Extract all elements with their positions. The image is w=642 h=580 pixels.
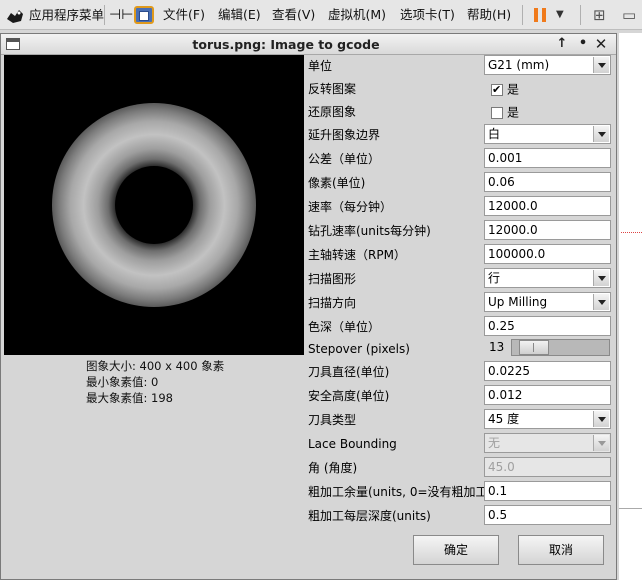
cancel-button[interactable]: 取消 <box>518 535 604 565</box>
angle-input[interactable]: 45.0 <box>484 457 611 477</box>
window-title: torus.png: Image to gcode <box>192 37 380 52</box>
scan-direction-label: 扫描方向 <box>308 296 357 310</box>
chevron-down-icon[interactable]: ▼ <box>556 0 564 30</box>
title-bar[interactable]: torus.png: Image to gcode ↑ • ✕ <box>1 34 616 55</box>
checkbox-unchecked-icon[interactable] <box>491 106 503 119</box>
background-dotted-line <box>621 232 642 233</box>
menu-vm[interactable]: 虚拟机(M) <box>328 0 386 30</box>
image-size-label: 图象大小: 400 x 400 象素 <box>86 359 225 373</box>
normalize-checkbox-text: 是 <box>507 105 520 120</box>
window-icon[interactable]: ▭ <box>622 0 636 30</box>
applications-menu-label: 应用程序菜单 <box>29 7 104 23</box>
separator <box>522 5 523 25</box>
scan-pattern-value: 行 <box>488 271 501 285</box>
menu-view[interactable]: 查看(V) <box>272 0 315 30</box>
feed-rate-input[interactable]: 12000.0 <box>484 196 611 216</box>
chevron-down-icon[interactable] <box>593 57 609 73</box>
depth-label: 色深（单位） <box>308 320 381 334</box>
ok-button[interactable]: 确定 <box>413 535 499 565</box>
scan-pattern-label: 扫描图形 <box>308 272 357 286</box>
top-taskbar: 应用程序菜单 ⊣⊢ 文件(F) 编辑(E) 查看(V) 虚拟机(M) 选项卡(T… <box>0 0 642 30</box>
tool-diameter-label: 刀具直径(单位) <box>308 365 390 379</box>
expand-label: 延升图象边界 <box>308 128 381 142</box>
applications-menu[interactable]: 应用程序菜单 <box>4 0 104 30</box>
safety-height-label: 安全高度(单位) <box>308 389 390 403</box>
plunge-rate-label: 钻孔速率(units每分钟) <box>308 224 431 238</box>
chevron-down-icon[interactable] <box>593 294 609 310</box>
image-preview <box>4 55 304 355</box>
maximize-arrow-icon[interactable]: ↑ <box>553 35 571 53</box>
background-window <box>619 33 642 580</box>
invert-checkbox-text: 是 <box>507 82 520 97</box>
normalize-label: 还原图象 <box>308 105 357 119</box>
menu-file[interactable]: 文件(F) <box>163 0 205 30</box>
chevron-down-icon[interactable] <box>593 411 609 427</box>
angle-label: 角 (角度) <box>308 461 358 475</box>
lace-bounding-select[interactable]: 无 <box>484 433 611 453</box>
plunge-rate-input[interactable]: 12000.0 <box>484 220 611 240</box>
stepover-value: 13 <box>489 340 505 354</box>
stepover-label: Stepover (pixels) <box>308 342 410 356</box>
lace-bounding-value: 无 <box>488 436 501 450</box>
roughing-depth-label: 粗加工每层深度(units) <box>308 509 431 523</box>
scan-direction-select[interactable]: Up Milling <box>484 292 611 312</box>
vm-icon[interactable] <box>134 6 154 24</box>
units-select[interactable]: G21 (mm) <box>484 55 611 75</box>
max-pixel-label: 最大象素值: 198 <box>86 391 173 405</box>
torus-image <box>52 103 256 307</box>
units-label: 单位 <box>308 59 333 73</box>
safety-height-input[interactable]: 0.012 <box>484 385 611 405</box>
roughing-depth-input[interactable]: 0.5 <box>484 505 611 525</box>
tool-diameter-input[interactable]: 0.0225 <box>484 361 611 381</box>
separator <box>104 5 105 25</box>
depth-input[interactable]: 0.25 <box>484 316 611 336</box>
units-value: G21 (mm) <box>488 58 550 72</box>
min-pixel-label: 最小象素值: 0 <box>86 375 159 389</box>
expand-value: 白 <box>488 127 501 141</box>
checkbox-checked-icon[interactable] <box>491 82 503 98</box>
spindle-speed-input[interactable]: 100000.0 <box>484 244 611 264</box>
chevron-down-icon[interactable] <box>593 126 609 142</box>
chevron-down-icon[interactable] <box>593 435 609 451</box>
roughing-offset-label: 粗加工余量(units, 0=没有粗加工) <box>308 485 493 499</box>
menu-edit[interactable]: 编辑(E) <box>218 0 261 30</box>
network-icon[interactable]: ⊞ <box>593 0 606 30</box>
image-to-gcode-dialog: torus.png: Image to gcode ↑ • ✕ 图象大小: 40… <box>0 33 617 580</box>
tolerance-label: 公差（单位） <box>308 152 381 166</box>
menu-tabs[interactable]: 选项卡(T) <box>400 0 455 30</box>
invert-label: 反转图案 <box>308 82 357 96</box>
lace-bounding-label: Lace Bounding <box>308 437 397 451</box>
pixel-size-label: 像素(单位) <box>308 176 366 190</box>
scan-pattern-select[interactable]: 行 <box>484 268 611 288</box>
stepover-slider-handle[interactable] <box>519 340 549 355</box>
feed-rate-label: 速率（每分钟） <box>308 200 393 214</box>
tolerance-input[interactable]: 0.001 <box>484 148 611 168</box>
tool-type-select[interactable]: 45 度 <box>484 409 611 429</box>
tool-type-label: 刀具类型 <box>308 413 357 427</box>
pixel-size-input[interactable]: 0.06 <box>484 172 611 192</box>
minimize-icon[interactable]: • <box>574 35 592 53</box>
separator <box>580 5 581 25</box>
expand-select[interactable]: 白 <box>484 124 611 144</box>
cursor-icon[interactable]: ⊣⊢ <box>109 0 133 30</box>
background-divider <box>619 508 642 509</box>
menu-help[interactable]: 帮助(H) <box>467 0 511 30</box>
tool-type-value: 45 度 <box>488 412 520 426</box>
roughing-offset-input[interactable]: 0.1 <box>484 481 611 501</box>
normalize-checkbox[interactable]: 是 <box>491 104 519 120</box>
spindle-speed-label: 主轴转速（RPM） <box>308 248 406 262</box>
invert-checkbox[interactable]: 是 <box>491 81 520 98</box>
chevron-down-icon[interactable] <box>593 270 609 286</box>
pause-icon[interactable] <box>534 8 546 22</box>
close-icon[interactable]: ✕ <box>592 35 610 53</box>
scan-direction-value: Up Milling <box>488 295 548 309</box>
app-logo-icon <box>7 9 23 23</box>
